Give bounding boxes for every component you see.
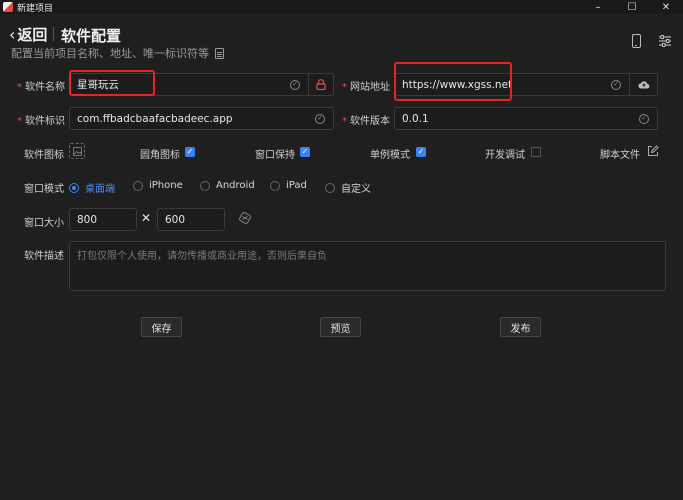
window-width-input[interactable]: 800: [69, 208, 137, 231]
window-titlebar: 新建项目 – ☐ ✕: [0, 0, 683, 14]
radio-unselected: [325, 182, 335, 193]
publish-button[interactable]: 发布: [500, 317, 541, 337]
dev-debug-label: 开发调试: [485, 150, 525, 161]
name-lock-button[interactable]: [308, 73, 334, 96]
script-file-label: 脚本文件: [600, 150, 640, 161]
description-placeholder: 打包仅限个人使用，请勿传播或商业用途，否则后果自负: [77, 251, 327, 262]
name-highlight-box: [69, 70, 155, 96]
required-mark: *: [342, 116, 347, 127]
check-circle-icon: ✓: [611, 79, 621, 90]
website-url-label: * 网站地址: [342, 82, 390, 93]
single-instance-checkbox[interactable]: ✓: [416, 147, 426, 157]
header-divider: [53, 27, 54, 41]
check-circle-icon: ✓: [639, 113, 649, 124]
settings-sliders-button[interactable]: [657, 33, 673, 49]
swap-size-button[interactable]: [238, 211, 254, 227]
url-cloud-button[interactable]: [629, 73, 658, 96]
software-icon-label: 软件图标: [24, 150, 64, 161]
window-controls: – ☐ ✕: [581, 0, 683, 14]
rounded-icon-label: 圆角图标: [140, 150, 180, 161]
window-mode-label: 窗口模式: [24, 184, 64, 195]
url-highlight-box: [394, 62, 512, 101]
device-preview-button[interactable]: [628, 33, 644, 49]
window-mode-option-android[interactable]: Android: [200, 180, 255, 191]
required-mark: *: [342, 82, 347, 93]
document-icon[interactable]: [215, 47, 224, 59]
edit-icon: [648, 145, 659, 156]
window-mode-option-desktop[interactable]: 桌面端: [69, 180, 115, 195]
save-button[interactable]: 保存: [141, 317, 182, 337]
radio-unselected: [270, 180, 280, 191]
minimize-button[interactable]: –: [581, 0, 615, 14]
page-subtitle: 配置当前项目名称、地址、唯一标识符等: [11, 45, 224, 61]
radio-unselected: [133, 180, 143, 191]
keep-window-checkbox[interactable]: ✓: [300, 147, 310, 157]
app-logo-icon: [3, 2, 13, 12]
lock-icon: [316, 79, 326, 90]
script-file-edit-button[interactable]: [647, 145, 659, 157]
swap-icon: [239, 212, 251, 224]
software-icon-picker[interactable]: [69, 143, 85, 159]
window-mode-option-ipad[interactable]: iPad: [270, 180, 307, 191]
software-version-input[interactable]: 0.0.1 ✓: [394, 107, 658, 130]
dev-debug-checkbox[interactable]: [531, 147, 541, 157]
sliders-icon: [659, 35, 671, 47]
software-version-value: 0.0.1: [402, 112, 429, 125]
radio-selected: [69, 182, 79, 193]
description-label: 软件描述: [24, 251, 64, 262]
software-name-label: * 软件名称: [17, 82, 65, 93]
radio-unselected: [200, 180, 210, 191]
chevron-left-icon: ‹: [9, 25, 16, 44]
subtitle-text: 配置当前项目名称、地址、唯一标识符等: [11, 47, 209, 60]
required-mark: *: [17, 82, 22, 93]
software-identifier-value: com.ffbadcbaafacbadeec.app: [77, 112, 233, 125]
description-textarea[interactable]: 打包仅限个人使用，请勿传播或商业用途，否则后果自负: [69, 241, 666, 291]
window-height-input[interactable]: 600: [157, 208, 225, 231]
software-identifier-input[interactable]: com.ffbadcbaafacbadeec.app ✓: [69, 107, 334, 130]
phone-icon: [631, 34, 641, 48]
window-mode-option-custom[interactable]: 自定义: [325, 180, 371, 195]
check-circle-icon: ✓: [290, 79, 300, 90]
single-instance-label: 单例模式: [370, 150, 410, 161]
window-title: 新建项目: [17, 3, 54, 14]
maximize-button[interactable]: ☐: [615, 0, 649, 14]
check-circle-icon: ✓: [315, 113, 325, 124]
close-button[interactable]: ✕: [649, 0, 683, 14]
keep-window-label: 窗口保持: [255, 150, 295, 161]
back-label: 返回: [17, 26, 48, 44]
required-mark: *: [17, 116, 22, 127]
multiply-icon: ✕: [141, 211, 152, 225]
preview-button[interactable]: 预览: [320, 317, 361, 337]
window-size-label: 窗口大小: [24, 218, 64, 229]
back-button[interactable]: ‹ 返回: [9, 24, 47, 45]
image-placeholder-icon: [72, 146, 82, 156]
window-mode-option-iphone[interactable]: iPhone: [133, 180, 183, 191]
software-identifier-label: * 软件标识: [17, 116, 65, 127]
software-version-label: * 软件版本: [342, 116, 390, 127]
page-title: 软件配置: [61, 27, 122, 45]
rounded-icon-checkbox[interactable]: ✓: [185, 147, 195, 157]
cloud-upload-icon: [637, 81, 649, 89]
